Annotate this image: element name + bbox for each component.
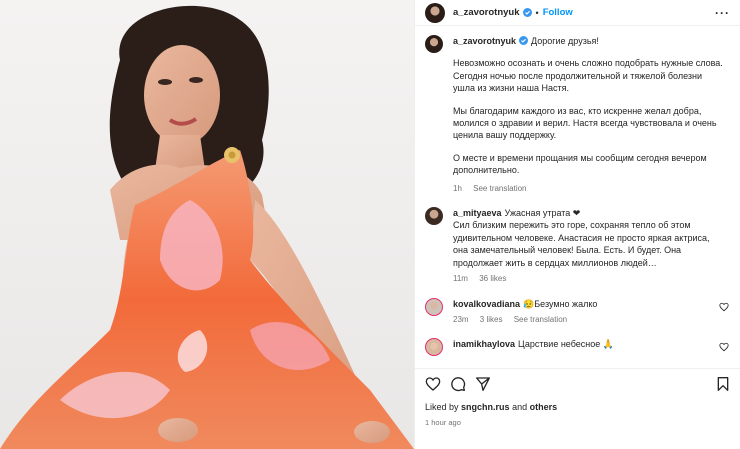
comment-text: 😥Безумно жалко bbox=[523, 298, 598, 309]
caption-time: 1h bbox=[453, 183, 462, 193]
comment: inamikhaylova Царствие небесное 🙏 bbox=[425, 338, 731, 357]
liked-by-and: and bbox=[512, 402, 528, 412]
comment-first-line: kovalkovadiana 😥Безумно жалко bbox=[453, 298, 713, 310]
liked-by-prefix: Liked by bbox=[425, 402, 459, 412]
avatar[interactable] bbox=[425, 338, 443, 357]
caption-paragraph: Невозможно осознать и очень сложно подоб… bbox=[453, 58, 723, 94]
comment: a_mityaeva Ужасная утрата ❤ Сил близким п… bbox=[425, 207, 731, 285]
verified-icon bbox=[522, 8, 532, 17]
verified-icon bbox=[519, 36, 529, 45]
post-time[interactable]: 1 hour ago bbox=[425, 418, 461, 427]
caption: a_zavorotnyuk Дорогие друзья! Невозможно … bbox=[425, 35, 731, 207]
post-photo[interactable] bbox=[0, 0, 414, 449]
comment-first-line: a_mityaeva Ужасная утрата ❤ bbox=[453, 207, 713, 219]
comment-likes[interactable]: 3 likes bbox=[480, 315, 503, 324]
comment-first-line: inamikhaylova Царствие небесное 🙏 bbox=[453, 338, 713, 350]
heart-icon[interactable] bbox=[719, 342, 729, 352]
separator-dot: • bbox=[535, 7, 539, 18]
photo-illustration bbox=[0, 5, 414, 449]
caption-paragraph: Мы благодарим каждого из вас, кто искрен… bbox=[453, 105, 717, 141]
comment-meta: 11m 36 likes bbox=[453, 273, 713, 285]
instagram-post: a_zavorotnyuk • Follow ··· a_zavorotnyuk… bbox=[0, 0, 740, 449]
liked-by-user[interactable]: sngchn.rus bbox=[461, 402, 510, 412]
share-icon[interactable] bbox=[475, 376, 491, 392]
bookmark-icon[interactable] bbox=[715, 376, 731, 392]
caption-meta: 1h See translation bbox=[453, 183, 723, 195]
caption-first-line: a_zavorotnyuk Дорогие друзья! bbox=[453, 35, 723, 47]
comment-likes[interactable]: 36 likes bbox=[479, 274, 506, 283]
post-side-panel: a_zavorotnyuk • Follow ··· a_zavorotnyuk… bbox=[414, 0, 740, 449]
liked-by: Liked by sngchn.rus and others bbox=[425, 402, 557, 412]
comment-time: 11m bbox=[453, 274, 468, 284]
more-icon[interactable]: ··· bbox=[715, 6, 730, 20]
scrollbar[interactable] bbox=[735, 30, 739, 360]
liked-by-others[interactable]: others bbox=[530, 402, 558, 412]
caption-greeting: Дорогие друзья! bbox=[531, 36, 599, 46]
post-username[interactable]: a_zavorotnyuk bbox=[453, 7, 520, 18]
comment-meta: 23m 3 likes See translation bbox=[453, 314, 713, 326]
heart-icon[interactable] bbox=[425, 376, 441, 392]
heart-icon[interactable] bbox=[719, 302, 729, 312]
caption-paragraph: О месте и времени прощания мы сообщим се… bbox=[453, 152, 707, 176]
follow-button[interactable]: Follow bbox=[543, 7, 573, 18]
comment: kovalkovadiana 😥Безумно жалко 23m 3 likes… bbox=[425, 297, 731, 327]
avatar[interactable] bbox=[425, 207, 443, 226]
comment-username[interactable]: kovalkovadiana bbox=[453, 299, 520, 309]
comment-text: Царствие небесное 🙏 bbox=[518, 339, 614, 350]
post-header: a_zavorotnyuk • Follow ··· bbox=[415, 0, 740, 26]
see-translation-link[interactable]: See translation bbox=[514, 315, 567, 324]
comment-icon[interactable] bbox=[450, 376, 466, 392]
comment-username[interactable]: a_mityaeva bbox=[453, 208, 502, 218]
caption-username[interactable]: a_zavorotnyuk bbox=[453, 36, 516, 46]
comment-time: 23m bbox=[453, 314, 469, 324]
comments-scroll-area[interactable]: a_zavorotnyuk Дорогие друзья! Невозможно … bbox=[415, 27, 740, 367]
comment-text: Ужасная утрата ❤ bbox=[504, 208, 581, 219]
avatar[interactable] bbox=[425, 35, 443, 53]
avatar[interactable] bbox=[425, 297, 443, 316]
comment-text: Сил близким пережить это горе, сохраняя … bbox=[453, 220, 710, 268]
action-bar bbox=[415, 368, 740, 398]
see-translation-link[interactable]: See translation bbox=[473, 184, 526, 193]
avatar[interactable] bbox=[425, 2, 445, 23]
comment-username[interactable]: inamikhaylova bbox=[453, 339, 515, 349]
